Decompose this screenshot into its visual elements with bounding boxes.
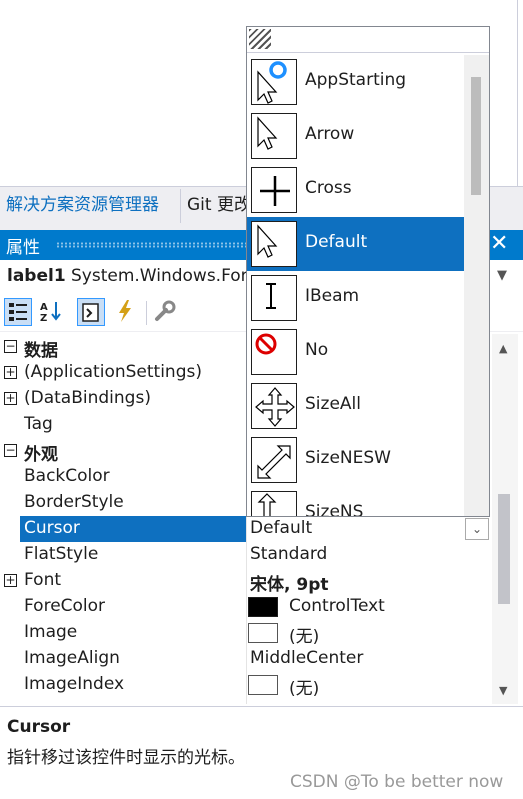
property-value[interactable]: 宋体, 9pt [250, 570, 329, 595]
cursor-option[interactable]: Arrow [247, 109, 464, 163]
property-value[interactable]: Standard [250, 544, 327, 564]
cursor-option-label: Cross [305, 178, 352, 198]
categorized-icon[interactable] [4, 298, 32, 326]
property-name: ImageIndex [24, 674, 125, 694]
property-value[interactable]: Default [250, 518, 312, 538]
property-row[interactable]: Image (无) [0, 620, 492, 647]
color-swatch [248, 597, 278, 617]
cursor-option[interactable]: No [247, 325, 464, 379]
alphabetical-icon[interactable]: A Z [38, 298, 66, 326]
expand-icon[interactable]: + [4, 366, 17, 379]
cursor-option-label: Default [305, 232, 368, 252]
property-value[interactable]: (无) [289, 674, 319, 699]
svg-text:Z: Z [40, 313, 47, 324]
property-value[interactable]: ControlText [289, 596, 385, 616]
property-name: ImageAlign [24, 648, 120, 668]
cursor-option-label: SizeAll [305, 394, 361, 414]
property-name: 数据 [24, 341, 58, 361]
scroll-thumb[interactable] [471, 77, 481, 195]
arrow-cursor-icon [251, 113, 297, 159]
property-row[interactable]: + Font 宋体, 9pt [0, 568, 492, 595]
property-name: ForeColor [24, 596, 106, 616]
property-row[interactable]: ImageIndex (无) [0, 672, 492, 699]
property-name: BorderStyle [24, 492, 124, 512]
svg-text:A: A [40, 302, 48, 313]
expand-icon[interactable]: + [4, 574, 17, 587]
events-icon[interactable] [112, 298, 140, 326]
cursor-dropdown-list[interactable]: AppStarting Arrow Cross Default IBeam No SizeA… [246, 26, 490, 517]
ibeam-cursor-icon [251, 275, 297, 321]
no-cursor-icon [251, 329, 297, 375]
cursor-option-label: SizeNS [305, 502, 364, 517]
close-icon[interactable]: ✕ [490, 231, 508, 256]
scroll-down-icon[interactable]: ▼ [499, 684, 507, 697]
collapse-icon[interactable]: − [4, 444, 17, 457]
object-name: label1 [7, 266, 66, 286]
properties-title: 属性 [6, 238, 40, 258]
property-name: (ApplicationSettings) [24, 362, 202, 382]
cursor-option-label: No [305, 340, 329, 360]
cursor-option[interactable]: SizeAll [247, 379, 464, 433]
cursor-option-label: IBeam [305, 286, 360, 306]
grid-scrollbar[interactable]: ▲ ▼ [492, 334, 518, 704]
toolbar-separator [146, 301, 147, 325]
color-swatch [248, 623, 278, 643]
chevron-down-icon[interactable]: ⌄ [465, 518, 489, 540]
resize-grip[interactable] [247, 27, 489, 53]
default-cursor-icon [251, 221, 297, 267]
cursor-option[interactable]: Cross [247, 163, 464, 217]
property-value[interactable]: MiddleCenter [250, 648, 363, 668]
property-row[interactable]: FlatStyle Standard [0, 542, 492, 568]
watermark: CSDN @To be better now [290, 772, 504, 792]
cursor-option[interactable]: SizeNESW [247, 433, 464, 487]
dropdown-scrollbar[interactable] [464, 55, 489, 516]
property-name: Tag [24, 414, 53, 434]
ide-window: 解决方案资源管理器 Git 更改 属性 ✕ label1 System.Wind… [0, 0, 523, 799]
sizenesw-cursor-icon [251, 437, 297, 483]
color-swatch [248, 675, 278, 695]
scroll-up-icon[interactable]: ▲ [499, 342, 507, 355]
divider [517, 0, 518, 186]
cursor-option[interactable]: AppStarting [247, 55, 464, 109]
property-row[interactable]: ImageAlign MiddleCenter [0, 646, 492, 672]
property-name: Cursor [24, 518, 80, 538]
cursor-option-label: AppStarting [305, 70, 407, 90]
tab-solution-explorer[interactable]: 解决方案资源管理器 [0, 189, 165, 223]
property-name: Font [24, 570, 62, 590]
description-title: Cursor [7, 717, 71, 737]
resize-grip-icon[interactable] [249, 29, 271, 49]
sizens-cursor-icon [251, 491, 297, 516]
description-text: 指针移过该控件时显示的光标。 [7, 748, 245, 768]
property-name: 外观 [24, 445, 58, 465]
cursor-option-label: Arrow [305, 124, 355, 144]
chevron-down-icon[interactable]: ▼ [497, 268, 507, 283]
property-value[interactable]: (无) [289, 622, 319, 647]
cursor-option[interactable]: Default [247, 217, 464, 271]
collapse-icon[interactable]: − [4, 340, 17, 353]
cross-cursor-icon [251, 167, 297, 213]
properties-icon[interactable] [77, 298, 105, 326]
expand-icon[interactable]: + [4, 392, 17, 405]
property-row[interactable]: ForeColor ControlText [0, 594, 492, 620]
cursor-option[interactable]: SizeNS [247, 487, 464, 517]
property-name: BackColor [24, 466, 110, 486]
scroll-thumb[interactable] [498, 494, 510, 604]
property-name: (DataBindings) [24, 388, 151, 408]
cursor-options: AppStarting Arrow Cross Default IBeam No SizeA… [247, 55, 464, 517]
sizeall-cursor-icon [251, 383, 297, 429]
cursor-option-label: SizeNESW [305, 448, 391, 468]
property-row[interactable]: Cursor Default ⌄ [0, 516, 492, 542]
cursor-option[interactable]: IBeam [247, 271, 464, 325]
property-name: FlatStyle [24, 544, 99, 564]
property-name: Image [24, 622, 78, 642]
property-pages-icon[interactable] [152, 298, 180, 326]
appstarting-cursor-icon [251, 59, 297, 105]
